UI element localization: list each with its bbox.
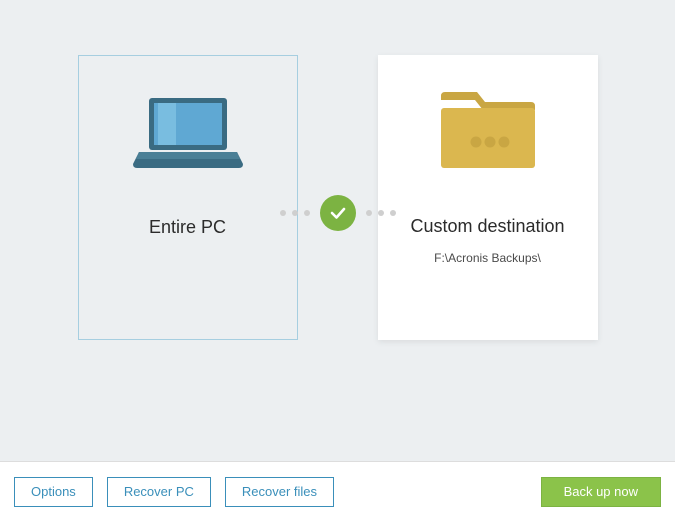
connector-dot (304, 210, 310, 216)
destination-title: Custom destination (410, 216, 564, 237)
backup-config-area: Entire PC Custom destination F:\Acronis … (0, 0, 675, 461)
backup-now-button[interactable]: Back up now (541, 477, 661, 507)
recover-files-button[interactable]: Recover files (225, 477, 334, 507)
laptop-icon (133, 94, 243, 174)
panels-row: Entire PC Custom destination F:\Acronis … (78, 55, 598, 340)
connector-dot (292, 210, 298, 216)
footer-toolbar: Options Recover PC Recover files Back up… (0, 461, 675, 521)
connector-dot (366, 210, 372, 216)
destination-panel[interactable]: Custom destination F:\Acronis Backups\ (378, 55, 598, 340)
destination-icon-area (378, 55, 598, 210)
connector-dot (280, 210, 286, 216)
source-panel[interactable]: Entire PC (78, 55, 298, 340)
recover-pc-button[interactable]: Recover PC (107, 477, 211, 507)
options-button[interactable]: Options (14, 477, 93, 507)
destination-path: F:\Acronis Backups\ (434, 251, 541, 265)
footer-left-group: Options Recover PC Recover files (14, 477, 334, 507)
source-title: Entire PC (149, 217, 226, 238)
connector-dot (378, 210, 384, 216)
connector (280, 195, 396, 231)
source-icon-area (79, 56, 297, 211)
connector-dot (390, 210, 396, 216)
folder-icon (433, 88, 543, 178)
check-badge (320, 195, 356, 231)
checkmark-icon (328, 203, 348, 223)
